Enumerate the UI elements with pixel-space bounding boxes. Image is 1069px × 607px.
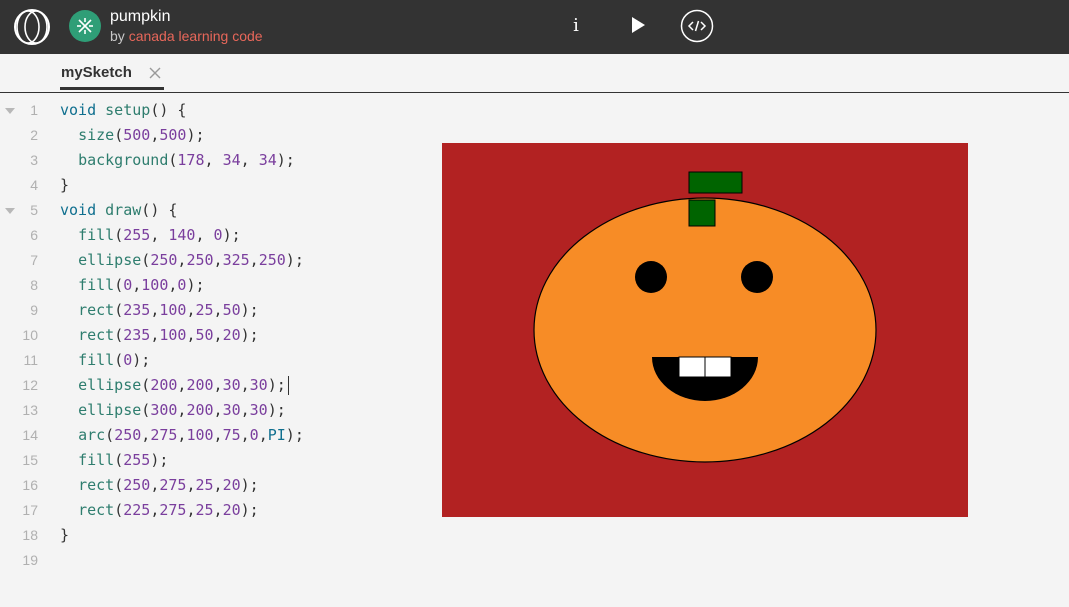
code-line[interactable]: 14 arc(250,275,100,75,0,PI); bbox=[0, 423, 430, 448]
line-number: 1 bbox=[30, 102, 38, 118]
line-number: 5 bbox=[30, 202, 38, 218]
line-number: 3 bbox=[30, 152, 38, 168]
code-text[interactable]: void draw() { bbox=[60, 198, 177, 223]
pumpkin-body bbox=[533, 197, 877, 463]
line-number: 10 bbox=[22, 327, 38, 343]
project-icon[interactable] bbox=[69, 10, 101, 42]
pumpkin-stem bbox=[688, 199, 716, 227]
code-line[interactable]: 3 background(178, 34, 34); bbox=[0, 148, 430, 173]
line-number: 8 bbox=[30, 277, 38, 293]
code-text[interactable]: rect(250,275,25,20); bbox=[60, 473, 259, 498]
code-text[interactable]: } bbox=[60, 523, 69, 548]
line-number: 16 bbox=[22, 477, 38, 493]
line-number: 7 bbox=[30, 252, 38, 268]
code-line[interactable]: 4} bbox=[0, 173, 430, 198]
code-text[interactable]: fill(0,100,0); bbox=[60, 273, 204, 298]
left-eye bbox=[635, 261, 667, 293]
code-editor[interactable]: 1 void setup() {2 size(500,500); 3 backgro… bbox=[0, 98, 430, 578]
tooth-left bbox=[678, 356, 706, 378]
project-author-line: by canada learning code bbox=[110, 27, 263, 45]
line-number: 13 bbox=[22, 402, 38, 418]
code-icon bbox=[680, 9, 714, 43]
author-link[interactable]: canada learning code bbox=[129, 28, 263, 44]
code-text[interactable]: fill(255, 140, 0); bbox=[60, 223, 241, 248]
line-number: 19 bbox=[22, 552, 38, 568]
sketch-canvas bbox=[442, 143, 968, 517]
code-line[interactable]: 2 size(500,500); bbox=[0, 123, 430, 148]
line-number: 17 bbox=[22, 502, 38, 518]
info-icon: i bbox=[573, 15, 579, 36]
code-text[interactable]: arc(250,275,100,75,0,PI); bbox=[60, 423, 304, 448]
code-text[interactable]: ellipse(200,200,30,30); bbox=[60, 373, 289, 398]
code-text[interactable]: rect(235,100,25,50); bbox=[60, 298, 259, 323]
code-line[interactable]: 17 rect(225,275,25,20); bbox=[0, 498, 430, 523]
code-line[interactable]: 19 bbox=[0, 548, 430, 573]
code-line[interactable]: 8 fill(0,100,0); bbox=[0, 273, 430, 298]
code-line[interactable]: 18} bbox=[0, 523, 430, 548]
line-number: 6 bbox=[30, 227, 38, 243]
code-line[interactable]: 9 rect(235,100,25,50); bbox=[0, 298, 430, 323]
code-text[interactable]: fill(0); bbox=[60, 348, 150, 373]
code-line[interactable]: 15 fill(255); bbox=[0, 448, 430, 473]
code-line[interactable]: 12 ellipse(200,200,30,30); bbox=[0, 373, 430, 398]
line-number: 12 bbox=[22, 377, 38, 393]
code-line[interactable]: 6 fill(255, 140, 0); bbox=[0, 223, 430, 248]
code-line[interactable]: 1 void setup() { bbox=[0, 98, 430, 123]
code-view-button[interactable] bbox=[680, 9, 714, 43]
tab-mysketch[interactable]: mySketch bbox=[60, 54, 164, 90]
code-line[interactable]: 13 ellipse(300,200,30,30); bbox=[0, 398, 430, 423]
code-text[interactable]: void setup() { bbox=[60, 98, 186, 123]
line-number: 2 bbox=[30, 127, 38, 143]
fold-arrow-icon[interactable] bbox=[5, 108, 15, 114]
line-number: 9 bbox=[30, 302, 38, 318]
tooth-right bbox=[704, 356, 732, 378]
play-button[interactable] bbox=[627, 14, 649, 36]
play-icon bbox=[632, 17, 645, 33]
code-text[interactable]: background(178, 34, 34); bbox=[60, 148, 295, 173]
code-line[interactable]: 7 ellipse(250,250,325,250); bbox=[0, 248, 430, 273]
code-line[interactable]: 5 void draw() { bbox=[0, 198, 430, 223]
code-text[interactable]: rect(235,100,50,20); bbox=[60, 323, 259, 348]
tab-label: mySketch bbox=[61, 64, 132, 81]
right-eye bbox=[741, 261, 773, 293]
pumpkin-stem-top bbox=[688, 171, 743, 194]
code-text[interactable]: rect(225,275,25,20); bbox=[60, 498, 259, 523]
code-line[interactable]: 11 fill(0); bbox=[0, 348, 430, 373]
line-number: 14 bbox=[22, 427, 38, 443]
info-button[interactable]: i bbox=[566, 12, 586, 40]
tab-bar: mySketch bbox=[0, 54, 1069, 93]
code-text[interactable]: ellipse(300,200,30,30); bbox=[60, 398, 286, 423]
line-number: 15 bbox=[22, 452, 38, 468]
line-number: 11 bbox=[23, 352, 38, 368]
code-line[interactable]: 10 rect(235,100,50,20); bbox=[0, 323, 430, 348]
text-cursor bbox=[287, 376, 289, 395]
code-text[interactable]: ellipse(250,250,325,250); bbox=[60, 248, 304, 273]
app-logo-icon[interactable] bbox=[12, 8, 52, 46]
code-text[interactable]: fill(255); bbox=[60, 448, 168, 473]
project-title[interactable]: pumpkin bbox=[110, 7, 170, 27]
code-text[interactable]: size(500,500); bbox=[60, 123, 204, 148]
code-text[interactable]: } bbox=[60, 173, 69, 198]
code-line[interactable]: 16 rect(250,275,25,20); bbox=[0, 473, 430, 498]
line-number: 18 bbox=[22, 527, 38, 543]
close-icon[interactable] bbox=[148, 66, 162, 80]
by-prefix: by bbox=[110, 28, 129, 44]
fold-arrow-icon[interactable] bbox=[5, 208, 15, 214]
top-bar: pumpkin by canada learning code i bbox=[0, 0, 1069, 54]
line-number: 4 bbox=[30, 177, 38, 193]
